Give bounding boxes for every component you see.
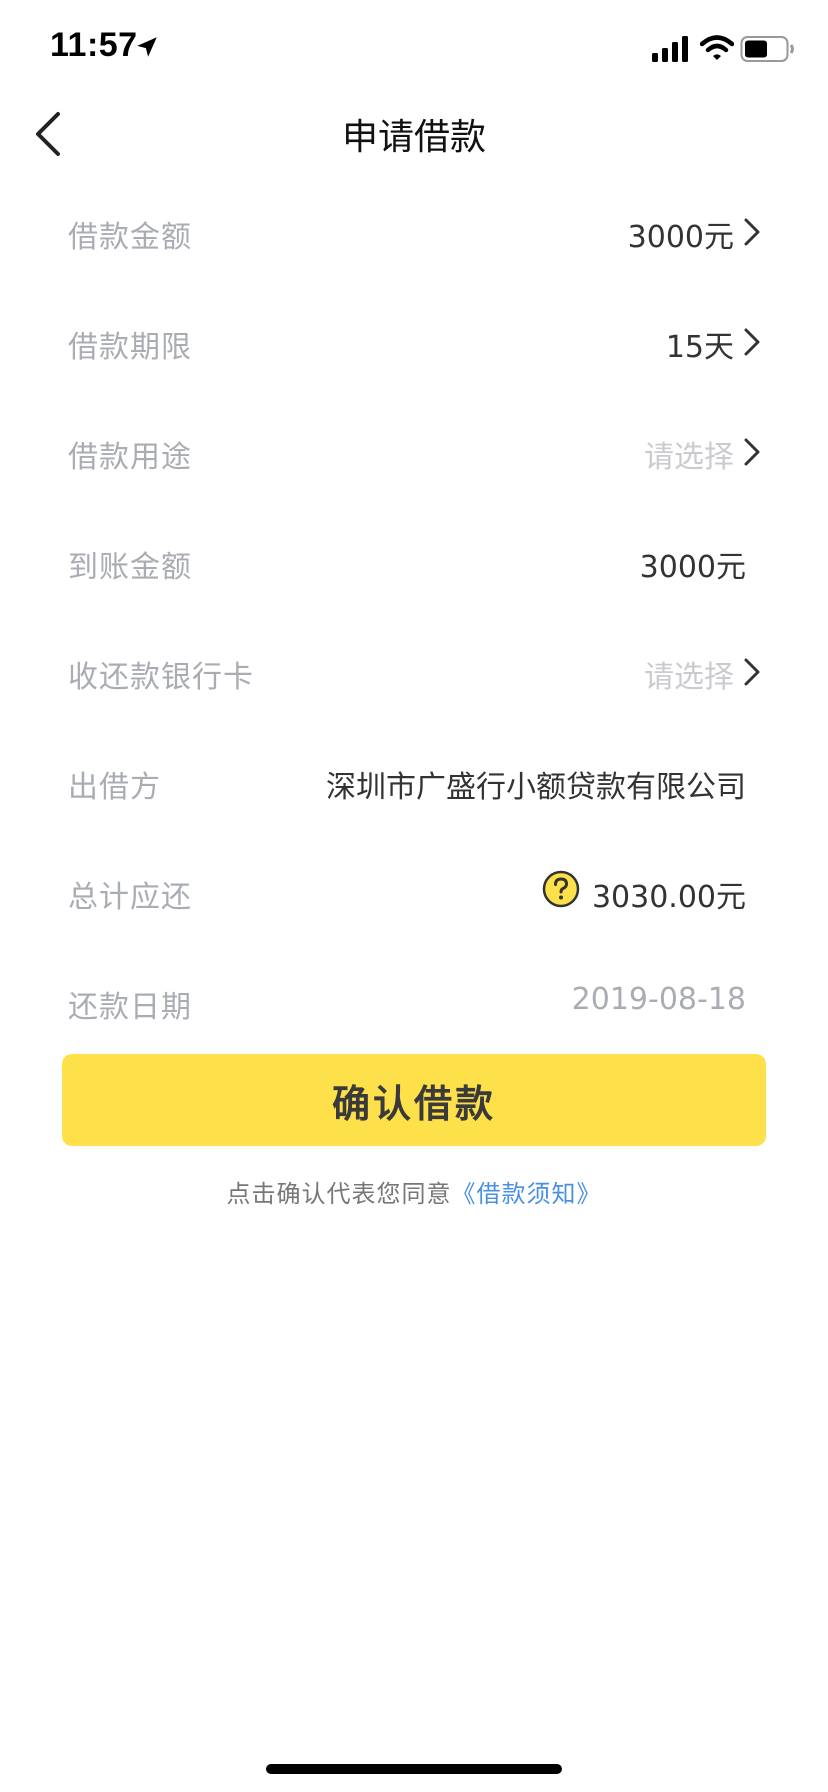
loan-amount-label: 借款金额 [68, 220, 192, 255]
chevron-right-icon [744, 438, 760, 466]
received-amount-value: 3000元 [639, 550, 746, 585]
battery-icon [740, 36, 794, 62]
repayment-date-value: 2019-08-18 [571, 982, 746, 1017]
agreement-prefix: 点击确认代表您同意 [226, 1180, 452, 1208]
lender-label: 出借方 [68, 770, 161, 805]
wifi-icon [700, 35, 734, 60]
cellular-signal-icon [652, 36, 688, 62]
loan-amount-row[interactable]: 借款金额 3000元 [0, 176, 828, 286]
bank-card-label: 收还款银行卡 [68, 660, 254, 695]
loan-application-screen: 11:57 申请借款 借款金额 3000元 借款期限 15天 借款用途 请选择 … [0, 0, 828, 1792]
loan-term-label: 借款期限 [68, 330, 192, 365]
question-help-icon[interactable] [542, 870, 580, 908]
loan-term-value: 15天 [665, 330, 734, 365]
lender-row: 出借方 深圳市广盛行小额贷款有限公司 [0, 726, 828, 836]
loan-amount-value: 3000元 [627, 220, 734, 255]
total-repayment-label: 总计应还 [68, 880, 192, 915]
loan-term-row[interactable]: 借款期限 15天 [0, 286, 828, 396]
agreement-notice: 点击确认代表您同意《借款须知》 [0, 1174, 828, 1209]
home-indicator[interactable] [266, 1764, 562, 1774]
received-amount-row: 到账金额 3000元 [0, 506, 828, 616]
bank-card-placeholder: 请选择 [644, 660, 734, 695]
chevron-right-icon [744, 328, 760, 356]
location-arrow-icon [137, 37, 157, 57]
status-time: 11:57 [50, 26, 138, 64]
loan-purpose-label: 借款用途 [68, 440, 192, 475]
lender-value: 深圳市广盛行小额贷款有限公司 [326, 770, 746, 805]
total-repayment-value: 3030.00元 [591, 880, 746, 915]
loan-terms-link[interactable]: 《借款须知》 [452, 1180, 602, 1208]
loan-purpose-row[interactable]: 借款用途 请选择 [0, 396, 828, 506]
chevron-right-icon [744, 658, 760, 686]
page-title: 申请借款 [341, 117, 486, 158]
received-amount-label: 到账金额 [68, 550, 192, 585]
bank-card-row[interactable]: 收还款银行卡 请选择 [0, 616, 828, 726]
chevron-right-icon [744, 218, 760, 246]
repayment-date-row: 还款日期 2019-08-18 [0, 946, 828, 1056]
total-repayment-row: 总计应还 3030.00元 [0, 836, 828, 946]
status-bar: 11:57 [0, 0, 828, 100]
loan-purpose-placeholder: 请选择 [644, 440, 734, 475]
repayment-date-label: 还款日期 [68, 990, 192, 1025]
confirm-loan-button[interactable]: 确认借款 [62, 1054, 766, 1146]
navigation-bar: 申请借款 [0, 90, 828, 174]
loan-form: 借款金额 3000元 借款期限 15天 借款用途 请选择 到账金额 3000元 [0, 176, 828, 1056]
